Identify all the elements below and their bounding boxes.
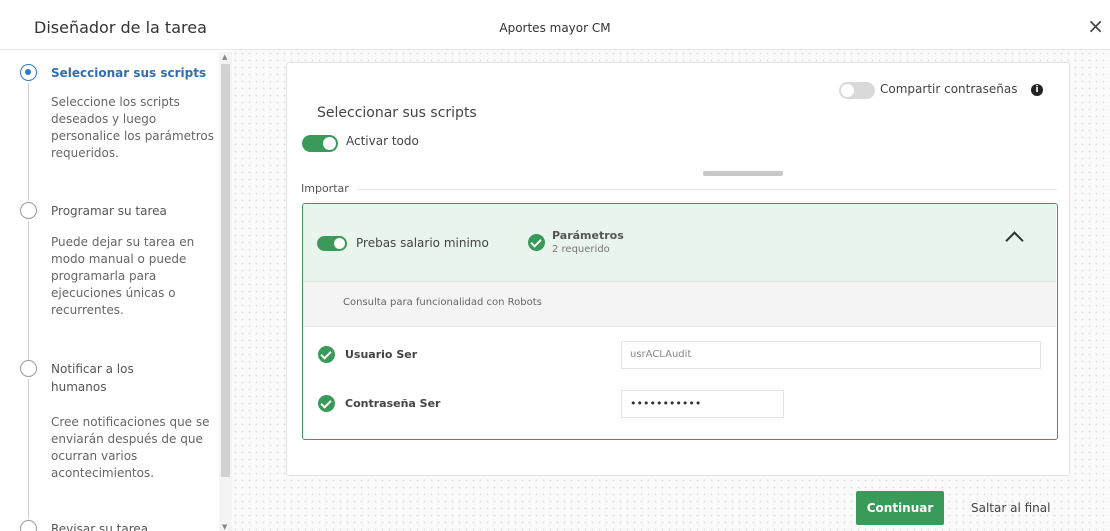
script-panel: Prebas salario minimo Parámetros 2 reque…: [302, 203, 1058, 440]
step-radio-icon[interactable]: [20, 202, 37, 219]
chevron-up-icon[interactable]: [1005, 231, 1024, 250]
step-description: Seleccione los scripts deseados y luego …: [51, 95, 214, 160]
section-divider: [357, 189, 1057, 190]
skip-to-end-link[interactable]: Saltar al final: [971, 501, 1050, 515]
check-icon: [528, 234, 545, 251]
task-name: Aportes mayor CM: [499, 21, 611, 35]
scripts-card: Seleccionar sus scripts Compartir contra…: [286, 62, 1070, 476]
scroll-down-icon[interactable]: ▼: [222, 523, 227, 531]
script-name: Prebas salario minimo: [356, 236, 489, 250]
close-icon[interactable]: ×: [1087, 14, 1104, 38]
step-connector: [28, 221, 29, 361]
user-field[interactable]: usrACLAudit: [621, 341, 1041, 369]
params-count: 2 requerido: [552, 244, 610, 255]
param-label-password: Contraseña Ser: [345, 397, 441, 410]
steps-sidebar: Seleccionar sus scripts Seleccione los s…: [0, 50, 232, 531]
step-title[interactable]: Seleccionar sus scripts: [51, 64, 206, 82]
top-bar: Diseñador de la tarea Aportes mayor CM ×: [0, 0, 1110, 50]
check-icon: [318, 395, 335, 412]
toggle-knob: [334, 238, 345, 249]
step-radio-icon[interactable]: [20, 520, 37, 531]
step-connector: [28, 83, 29, 201]
password-field[interactable]: •••••••••••: [621, 390, 784, 418]
continue-button[interactable]: Continuar: [856, 491, 944, 525]
scroll-up-icon[interactable]: ▲: [222, 53, 227, 61]
step-description: Puede dejar su tarea en modo manual o pu…: [51, 235, 195, 317]
share-passwords-label: Compartir contraseñas: [880, 82, 1018, 96]
enable-all-toggle[interactable]: [302, 135, 338, 152]
step-description: Cree notificaciones que se enviarán desp…: [51, 415, 210, 480]
param-label-user: Usuario Ser: [345, 348, 418, 361]
enable-all-label: Activar todo: [346, 134, 419, 148]
check-icon: [318, 346, 335, 363]
step-radio-icon[interactable]: [20, 64, 37, 81]
script-description: Consulta para funcionalidad con Robots: [343, 297, 542, 308]
step-connector: [28, 379, 29, 519]
step-radio-icon[interactable]: [20, 360, 37, 377]
script-description-band: Consulta para funcionalidad con Robots: [303, 282, 1056, 327]
info-icon[interactable]: i: [1031, 84, 1043, 96]
sidebar-scrollbar[interactable]: ▲ ▼: [219, 52, 232, 531]
share-passwords-toggle[interactable]: [839, 82, 875, 99]
params-title: Parámetros: [552, 229, 624, 242]
step-title[interactable]: Revisar su tarea: [51, 520, 148, 531]
section-label: Importar: [301, 182, 349, 195]
drag-handle[interactable]: [703, 171, 783, 176]
step-title[interactable]: Notificar a los humanos: [51, 360, 161, 396]
toggle-knob: [841, 84, 854, 97]
main-area: Seleccionar sus scripts Compartir contra…: [232, 50, 1110, 531]
card-title: Seleccionar sus scripts: [317, 105, 477, 121]
scrollbar-thumb[interactable]: [221, 64, 230, 477]
script-header[interactable]: Prebas salario minimo Parámetros 2 reque…: [303, 204, 1056, 282]
toggle-knob: [323, 137, 336, 150]
script-toggle[interactable]: [317, 236, 347, 251]
step-title[interactable]: Programar su tarea: [51, 202, 167, 220]
